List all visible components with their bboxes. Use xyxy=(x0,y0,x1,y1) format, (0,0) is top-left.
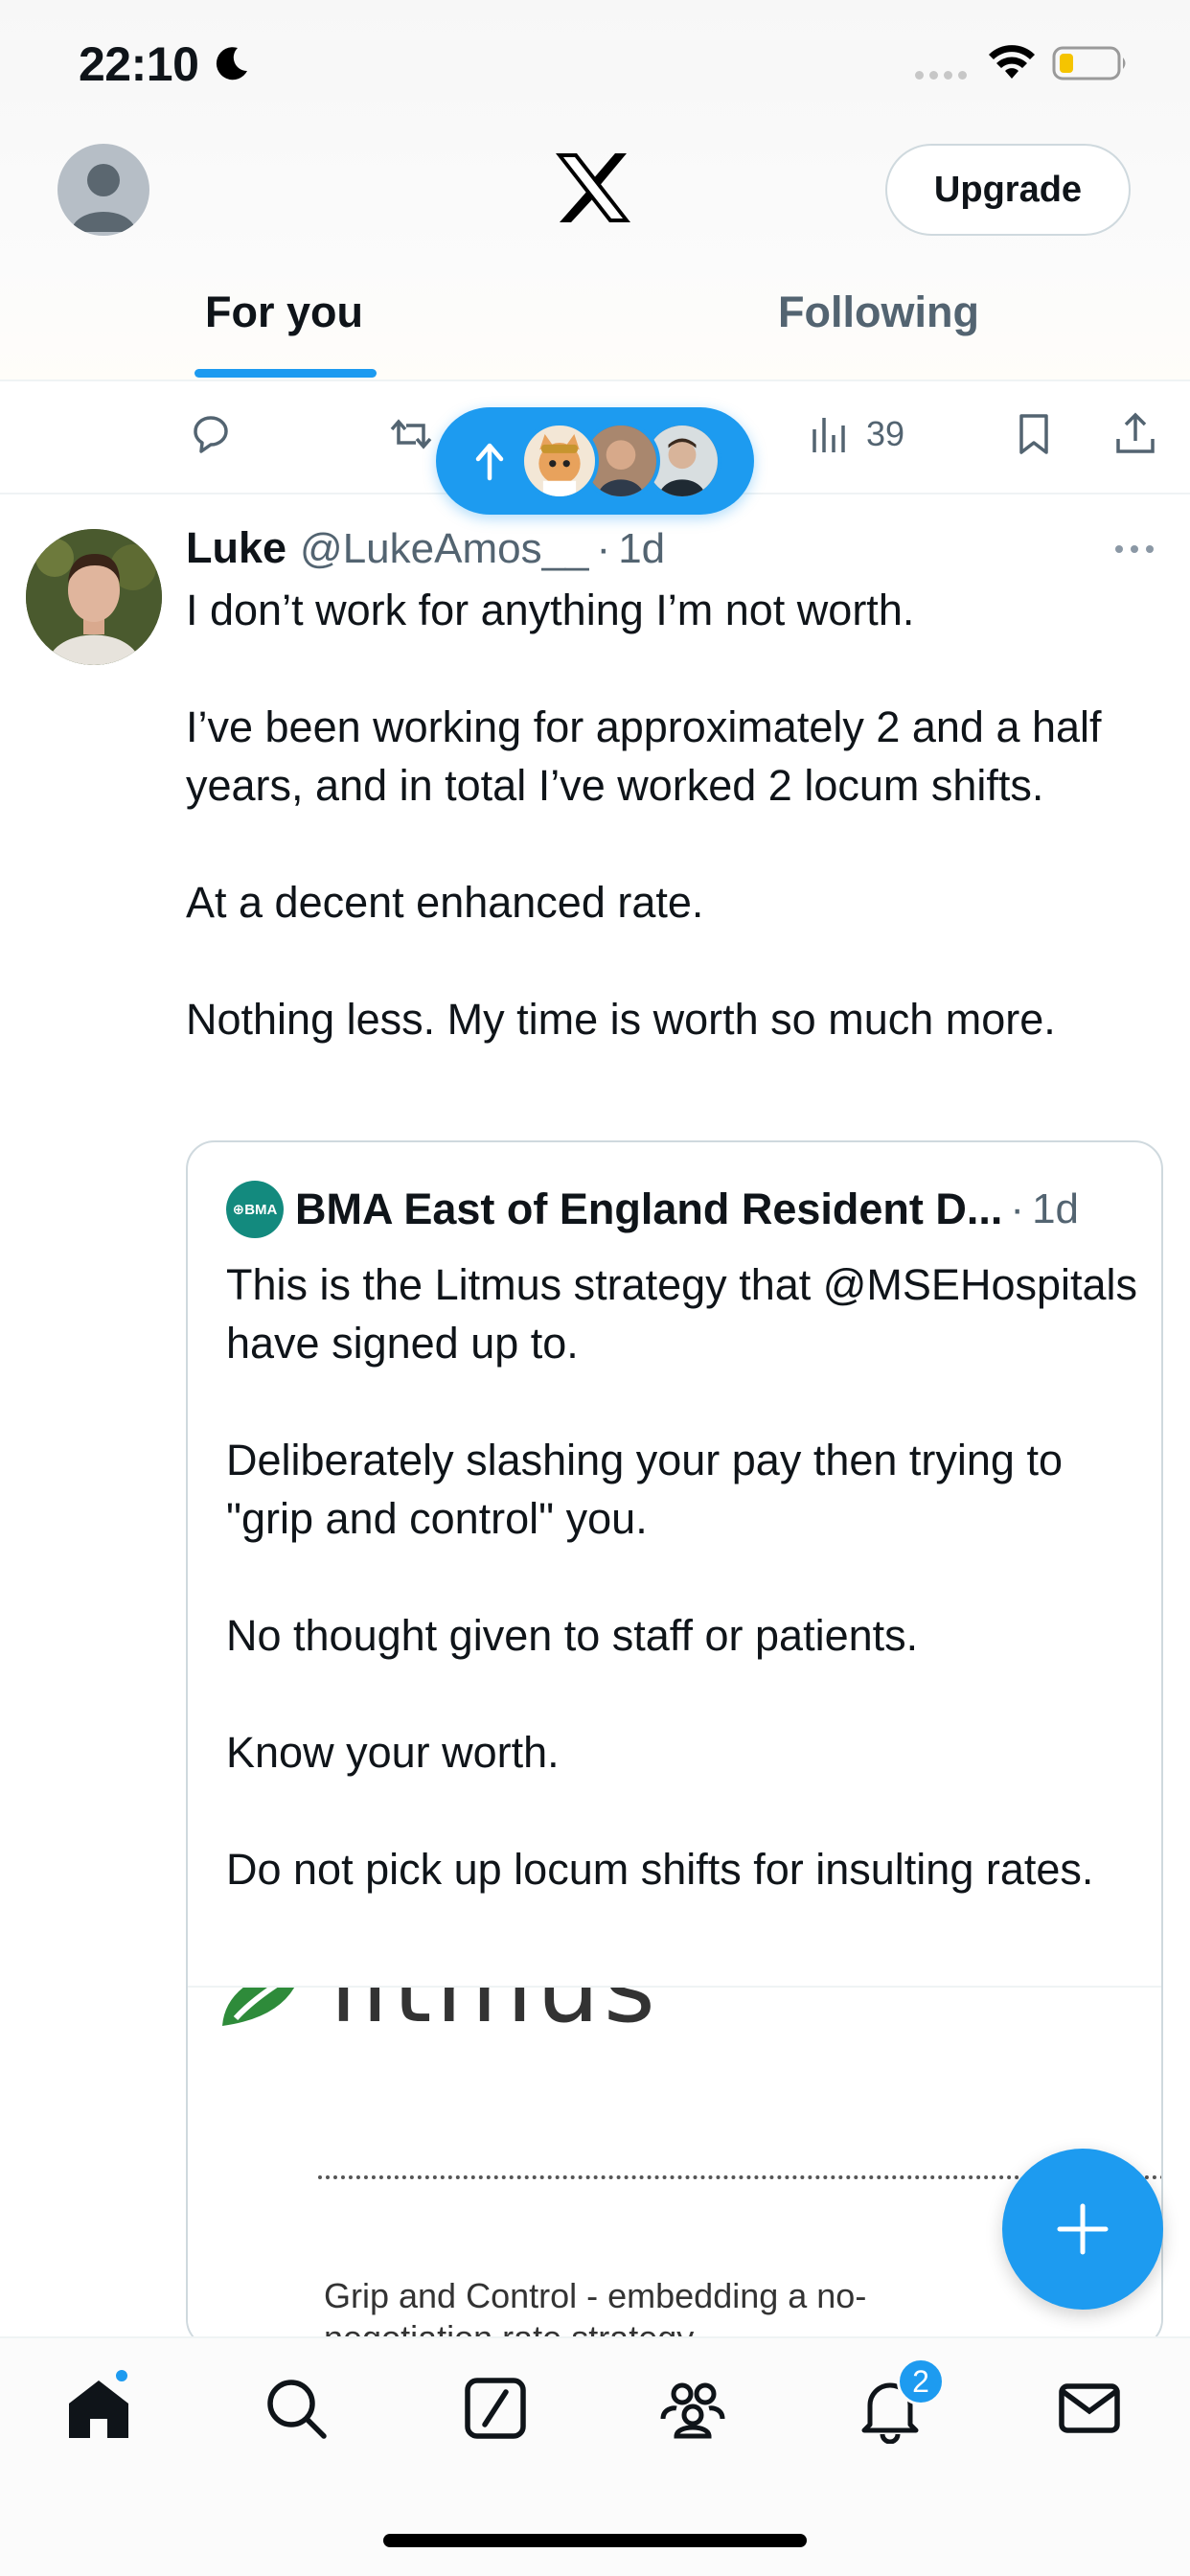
quoted-author-avatar[interactable]: ⊕BMA xyxy=(226,1181,284,1238)
default-avatar-icon xyxy=(71,164,136,232)
tweet-header: Luke @LukeAmos__ · 1d xyxy=(186,523,665,573)
x-logo-icon[interactable] xyxy=(554,151,632,224)
bookmark-icon[interactable] xyxy=(1010,410,1058,463)
views-count: 39 xyxy=(866,414,905,453)
separator-dot: · xyxy=(1010,1185,1025,1232)
notifications-badge: 2 xyxy=(897,2358,945,2405)
profile-avatar[interactable] xyxy=(57,144,149,236)
tweet-paragraph: At a decent enhanced rate. xyxy=(186,878,704,927)
separator-dot: · xyxy=(596,525,611,572)
plus-icon xyxy=(1057,2203,1109,2255)
quoted-tweet-header: ⊕BMA BMA East of England Resident D... ·… xyxy=(226,1181,1079,1238)
grok-icon xyxy=(465,2378,526,2439)
battery-icon xyxy=(1052,46,1126,80)
views-icon xyxy=(812,418,845,452)
new-content-dot xyxy=(113,2367,130,2384)
top-header: 22:10 Upgrade For you Following xyxy=(0,0,1190,381)
upgrade-button[interactable]: Upgrade xyxy=(885,144,1131,236)
nav-grok[interactable] xyxy=(460,2373,531,2444)
wifi-icon xyxy=(989,45,1035,79)
quoted-author-name: BMA East of England Resident D... xyxy=(295,1184,1003,1233)
more-options-icon[interactable] xyxy=(1111,540,1157,559)
status-bar: 22:10 xyxy=(0,0,1190,129)
tweet-author-name[interactable]: Luke xyxy=(186,523,286,573)
nav-notifications[interactable]: 2 xyxy=(855,2358,945,2445)
litmus-leaf-logo-icon xyxy=(222,1988,295,2026)
nav-messages[interactable] xyxy=(1054,2373,1125,2444)
moon-icon xyxy=(216,47,247,80)
home-indicator xyxy=(383,2534,807,2547)
reply-icon[interactable] xyxy=(186,410,234,463)
tweet-text: I don’t work for anything I’m not worth.… xyxy=(186,581,1163,1048)
quoted-paragraph: No thought given to staff or patients. xyxy=(226,1611,919,1660)
quoted-paragraph: Know your worth. xyxy=(226,1728,560,1777)
cellular-signal-icon xyxy=(915,71,967,80)
litmus-logo-text: litmus xyxy=(330,1986,659,2045)
views-stat[interactable]: 39 xyxy=(807,410,904,458)
tweet-author-avatar[interactable] xyxy=(26,529,162,665)
tab-following[interactable]: Following xyxy=(778,288,979,337)
retweet-icon[interactable] xyxy=(387,410,435,463)
envelope-icon xyxy=(1059,2383,1120,2433)
nav-home[interactable] xyxy=(63,2367,134,2444)
quoted-tweet[interactable]: ⊕BMA BMA East of England Resident D... ·… xyxy=(186,1140,1163,2348)
quoted-tweet-timestamp: 1d xyxy=(1032,1185,1080,1232)
tweet-paragraph: Nothing less. My time is worth so much m… xyxy=(186,995,1056,1044)
communities-icon xyxy=(660,2382,725,2439)
nav-communities[interactable] xyxy=(657,2373,728,2444)
share-icon[interactable] xyxy=(1111,410,1159,463)
quoted-tweet-image[interactable]: litmus Grip and Control - embedding a no… xyxy=(188,1986,1161,2346)
active-tab-indicator xyxy=(195,369,377,378)
quoted-paragraph: Do not pick up locum shifts for insultin… xyxy=(226,1845,1094,1894)
arrow-up-icon xyxy=(475,443,504,481)
quoted-paragraph: This is the Litmus strategy that @MSEHos… xyxy=(226,1260,1138,1368)
tweet-author-handle[interactable]: @LukeAmos__ xyxy=(300,525,589,573)
tweet-paragraph: I’ve been working for approximately 2 an… xyxy=(186,702,1102,810)
search-icon xyxy=(267,2380,327,2439)
new-post-author-avatar xyxy=(520,422,599,500)
quoted-paragraph: Deliberately slashing your pay then tryi… xyxy=(226,1436,1063,1543)
tweet-paragraph: I don’t work for anything I’m not worth. xyxy=(186,586,915,634)
tweet[interactable]: Luke @LukeAmos__ · 1d I don’t work for a… xyxy=(0,496,1190,2348)
tab-for-you[interactable]: For you xyxy=(205,288,363,337)
tweet-timestamp[interactable]: 1d xyxy=(618,525,665,573)
compose-button[interactable] xyxy=(1002,2149,1163,2310)
nav-search[interactable] xyxy=(261,2373,332,2444)
quoted-tweet-text: This is the Litmus strategy that @MSEHos… xyxy=(226,1255,1146,1957)
status-time: 22:10 xyxy=(79,37,199,91)
